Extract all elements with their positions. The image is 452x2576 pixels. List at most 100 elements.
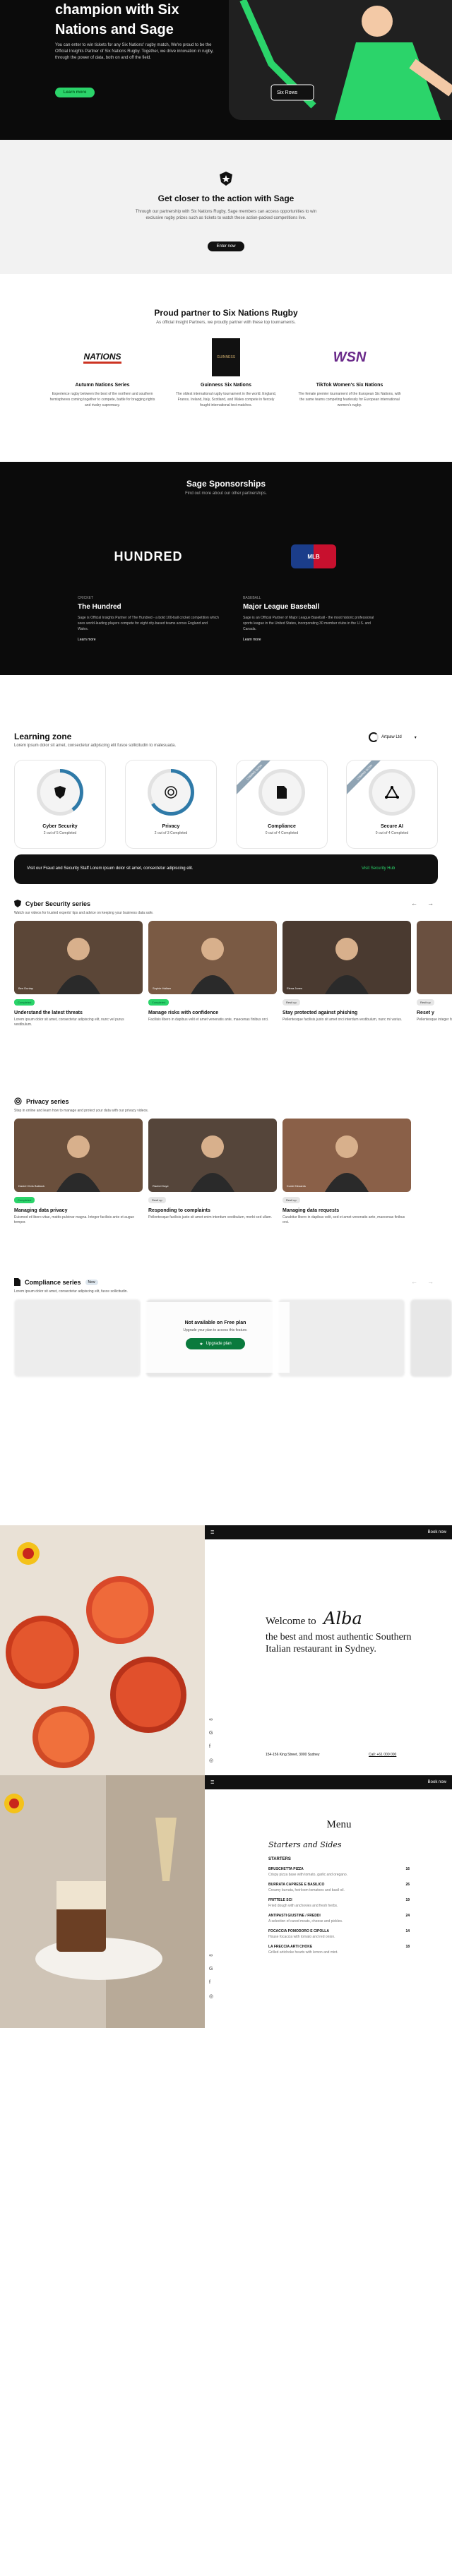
video-thumbnail[interactable] <box>417 921 452 994</box>
partner-card[interactable]: GUINNESS Guinness Six Nations The oldest… <box>173 336 279 408</box>
tripadvisor-icon[interactable]: ∞ <box>209 1717 213 1722</box>
menu-item-price: 24 <box>405 1914 410 1918</box>
menu-item-price: 18 <box>405 1945 410 1949</box>
google-icon[interactable]: G <box>209 1731 213 1736</box>
video-desc: Lorem ipsum dolor sit amet, consectetur … <box>14 1018 124 1027</box>
rugby-player-illustration <box>229 0 452 120</box>
phone-link[interactable]: Call: +61 000 000 <box>369 1753 396 1757</box>
partner-card[interactable]: WSN TikTok Women's Six Nations The femal… <box>297 336 403 408</box>
menu-item-name: ANTIPASTI GIUSTINE / FREDDI <box>268 1914 321 1918</box>
star-icon: ★ <box>199 1342 203 1347</box>
sponsor-card[interactable]: HUNDRED CRICKET The Hundred Sage is Offi… <box>78 521 219 662</box>
video-card[interactable]: Kunle Edwards Resit up Managing data req… <box>282 1119 411 1225</box>
tagline: the best and most authentic Southern Ita… <box>266 1632 412 1654</box>
menu-item-price: 26 <box>405 1883 410 1887</box>
video-card[interactable]: Elena Jones Resit up Stay protected agai… <box>282 921 411 1022</box>
menu-item-desc: Crispy pizza base with tomato, garlic an… <box>268 1873 348 1877</box>
menu-item: FOCACCIA POMODORO E CIPOLLA 14 House foca… <box>268 1929 410 1939</box>
book-now-button[interactable]: Book now <box>428 1780 446 1784</box>
tile-progress: 2 out of 5 Completed <box>43 831 77 835</box>
presenter-name: Ben Dunlap <box>18 986 33 990</box>
course-tile-privacy[interactable]: Privacy 2 out of 3 Completed <box>125 760 217 849</box>
arrow-right-icon[interactable]: → <box>427 1278 434 1285</box>
hero-body: You can enter to win tickets for any Six… <box>55 43 214 60</box>
instagram-icon[interactable]: ◎ <box>209 1758 213 1763</box>
arrow-left-icon[interactable]: ← <box>411 900 417 907</box>
course-tile-cyber[interactable]: Cyber Security 2 out of 5 Completed <box>14 760 106 849</box>
learn-more-link[interactable]: Learn more <box>78 638 219 642</box>
arrow-right-icon[interactable]: → <box>427 900 434 907</box>
video-desc: Pellentesque facilisis justo sit amet en… <box>148 1215 273 1220</box>
status-badge: Resit up <box>417 999 434 1006</box>
upgrade-plan-button[interactable]: ★ Upgrade plan <box>186 1338 245 1349</box>
tile-name: Secure AI <box>380 824 404 829</box>
menu-subtitle: Starters and Sides <box>268 1840 342 1849</box>
learn-more-button[interactable]: Learn more <box>55 88 95 97</box>
video-title: Manage risks with confidence <box>148 1010 219 1015</box>
instagram-icon[interactable]: ◎ <box>209 1993 213 1999</box>
progress-ring <box>258 769 305 816</box>
video-thumbnail[interactable]: Sophie Hallam <box>148 921 277 994</box>
google-icon[interactable]: G <box>209 1967 213 1972</box>
video-desc: Euismod et libero vitae, mattis pulvinar… <box>14 1215 135 1224</box>
menu-item-desc: Fried dough with anchovies and fresh her… <box>268 1904 338 1908</box>
lock-subtitle: Upgrade your plan to access this feature… <box>183 1328 248 1332</box>
book-now-button[interactable]: Book now <box>428 1530 446 1534</box>
course-tile-compliance[interactable]: COMING SOON Compliance 0 out of 4 Comple… <box>236 760 328 849</box>
enter-now-button[interactable]: Enter now <box>208 242 244 251</box>
sponsorships-section: Sage Sponsorships Find out more about ou… <box>0 462 452 675</box>
fingerprint-icon <box>165 786 177 799</box>
visit-security-hub-link[interactable]: Visit Security Hub <box>362 866 395 871</box>
menu-item-price: 16 <box>405 1867 410 1871</box>
top-bar: ☰ Book now <box>205 1775 452 1789</box>
video-thumbnail[interactable]: Rachel Kaye <box>148 1119 277 1192</box>
sponsorships-title: Sage Sponsorships <box>186 479 266 489</box>
address: 154-156 King Street, 3000 Sydney <box>266 1753 320 1757</box>
video-card[interactable]: Rachel Kaye Resit up Responding to compl… <box>148 1119 277 1220</box>
sponsor-tag: CRICKET <box>78 596 93 600</box>
sponsor-card[interactable]: MLB BASEBALL Major League Baseball Sage … <box>243 521 384 662</box>
drinks-photo <box>0 1525 205 1775</box>
video-thumbnail[interactable]: Kunle Edwards <box>282 1119 411 1192</box>
presenter-image <box>191 938 234 994</box>
video-card[interactable]: Daniel Chris Baldock Completed Managing … <box>14 1119 143 1225</box>
video-card[interactable]: Sophie Hallam Completed Manage risks wit… <box>148 921 277 1022</box>
cyber-series-header: Cyber Security series <box>14 900 90 907</box>
partner-card[interactable]: NATIONS Autumn Nations Series Experience… <box>49 336 155 408</box>
social-links: ∞ G f ◎ <box>209 1953 213 1999</box>
status-badge: Resit up <box>282 999 300 1006</box>
video-thumbnail[interactable]: Elena Jones <box>282 921 411 994</box>
facebook-icon[interactable]: f <box>209 1980 213 1985</box>
menu-icon[interactable]: ☰ <box>210 1530 214 1535</box>
presenter-name: Kunle Edwards <box>287 1184 306 1188</box>
presenter-image <box>56 1135 100 1192</box>
chevron-down-icon: ▾ <box>414 735 417 740</box>
video-card[interactable]: Resit up Reset y Pellentesque integer fa <box>417 921 452 1022</box>
sponsor-tag: BASEBALL <box>243 596 261 600</box>
presenter-name: Rachel Kaye <box>153 1184 169 1188</box>
status-badge: Completed <box>148 999 170 1006</box>
menu-icon[interactable]: ☰ <box>210 1780 214 1785</box>
video-card[interactable]: Ben Dunlap Completed Understand the late… <box>14 921 143 1027</box>
compliance-series-title: Compliance series <box>25 1278 81 1286</box>
arrow-left-icon[interactable]: ← <box>411 1278 417 1285</box>
course-tile-secure-ai[interactable]: COMING SOON Secure AI 0 out of 4 Complet… <box>346 760 438 849</box>
banner-text: Visit our Fraud and Security Staff Lorem… <box>27 866 194 871</box>
account-selector[interactable]: Artpaw Ltd ▾ <box>369 732 432 743</box>
tile-progress: 0 out of 4 Completed <box>375 831 409 835</box>
menu-item-name: LA FRECCIA ARTI CHOKE <box>268 1945 313 1949</box>
video-thumbnail[interactable]: Daniel Chris Baldock <box>14 1119 143 1192</box>
facebook-icon[interactable]: f <box>209 1744 213 1749</box>
learn-more-link[interactable]: Learn more <box>243 638 384 642</box>
video-desc: Pellentesque facilisis justo sit amet or… <box>282 1018 403 1022</box>
partner-card-name: TikTok Women's Six Nations <box>316 383 383 388</box>
fingerprint-icon <box>14 1097 22 1105</box>
learning-zone-continued: Privacy series Step in online and learn … <box>0 1097 452 1422</box>
sponsor-name: The Hundred <box>78 603 121 611</box>
tripadvisor-icon[interactable]: ∞ <box>209 1953 213 1958</box>
social-links: ∞ G f ◎ <box>209 1717 213 1763</box>
menu-item-desc: House focaccia with tomato and red onion… <box>268 1935 335 1939</box>
presenter-image <box>417 921 452 994</box>
video-thumbnail[interactable]: Ben Dunlap <box>14 921 143 994</box>
welcome-block: Welcome to Alba the best and most authen… <box>266 1609 421 1655</box>
